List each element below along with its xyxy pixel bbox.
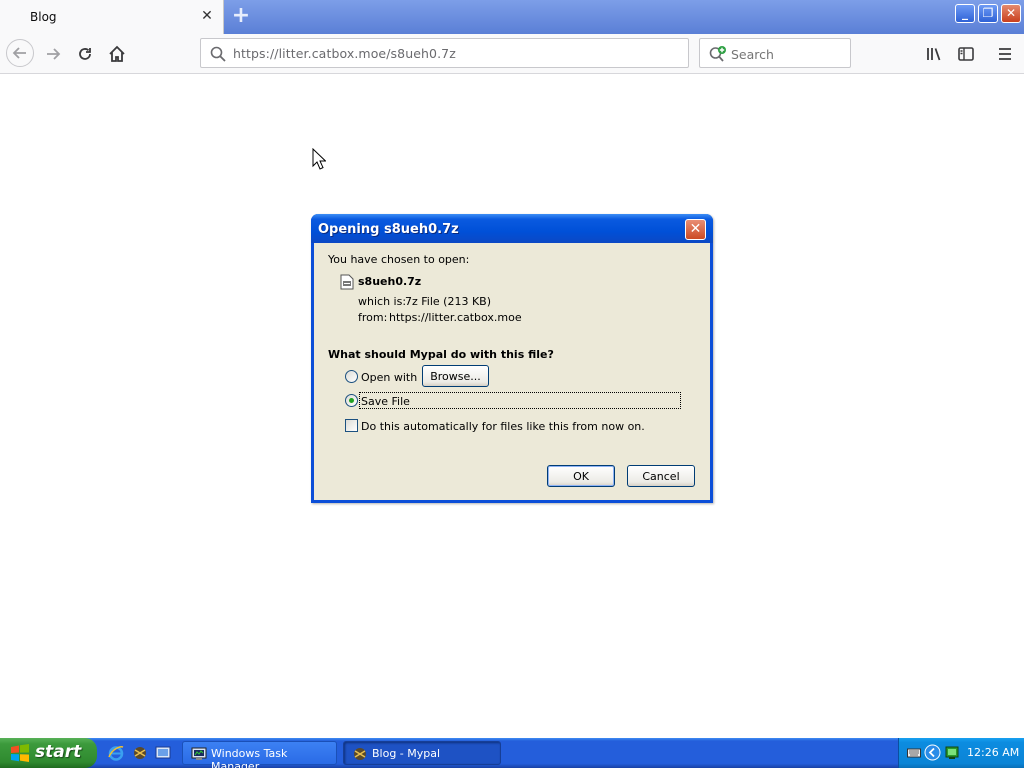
dialog-titlebar[interactable]: Opening s8ueh0.7z ✕ <box>311 214 713 243</box>
ok-button[interactable]: OK <box>547 465 615 487</box>
dialog-title: Opening s8ueh0.7z <box>318 222 459 237</box>
save-file-radio[interactable] <box>345 394 358 407</box>
library-icon <box>927 48 941 61</box>
sidebar-icon <box>958 47 974 61</box>
task-label: Blog - Mypal <box>372 747 441 760</box>
magnifier-icon <box>210 46 226 62</box>
archive-file-icon <box>340 274 354 290</box>
url-text[interactable]: https://litter.catbox.moe/s8ueh0.7z <box>233 46 456 61</box>
show-desktop-icon[interactable] <box>155 745 171 761</box>
file-name: s8ueh0.7z <box>358 275 422 288</box>
cancel-button[interactable]: Cancel <box>627 465 695 487</box>
back-button[interactable] <box>6 39 34 67</box>
browse-button[interactable]: Browse... <box>422 365 489 387</box>
windows-flag-icon <box>11 744 29 762</box>
tab-strip: Blog ✕ + _ ❐ ✕ <box>0 0 1024 34</box>
tab-close-icon[interactable]: ✕ <box>199 8 215 24</box>
clock: 12:26 AM <box>967 746 1020 759</box>
download-dialog: Opening s8ueh0.7z ✕ You have chosen to o… <box>311 214 713 503</box>
search-bar[interactable] <box>699 38 851 68</box>
search-input[interactable] <box>731 45 846 63</box>
start-label: start <box>35 742 82 762</box>
network-monitor-icon[interactable] <box>945 746 959 760</box>
dialog-close-button[interactable]: ✕ <box>685 219 706 240</box>
navigation-toolbar: https://litter.catbox.moe/s8ueh0.7z <box>0 34 1024 74</box>
file-type-label: which is: <box>358 295 407 308</box>
sidebar-button[interactable] <box>954 42 978 66</box>
reload-button[interactable] <box>73 42 97 66</box>
close-window-button[interactable]: ✕ <box>1001 4 1021 23</box>
hamburger-menu-icon <box>999 48 1011 60</box>
open-with-radio[interactable] <box>345 370 358 383</box>
mypal-browser-icon <box>354 748 366 760</box>
minimize-window-button[interactable]: _ <box>955 4 975 23</box>
chosen-label: You have chosen to open: <box>328 253 470 266</box>
forward-button[interactable] <box>41 42 65 66</box>
restore-window-button[interactable]: ❐ <box>978 4 998 23</box>
auto-action-label[interactable]: Do this automatically for files like thi… <box>361 420 645 433</box>
system-tray: 12:26 AM <box>898 738 1024 768</box>
keyboard-icon[interactable] <box>907 746 921 760</box>
start-button[interactable]: start <box>0 738 97 768</box>
task-manager-icon <box>191 747 207 760</box>
internet-explorer-icon[interactable] <box>108 745 124 761</box>
arrow-left-icon <box>12 47 26 59</box>
task-label: Windows Task Manager <box>211 747 288 773</box>
mouse-cursor-icon <box>312 148 326 170</box>
search-add-icon <box>709 46 726 62</box>
task-blog-mypal[interactable]: Blog - Mypal <box>343 741 501 765</box>
new-tab-icon[interactable]: + <box>231 5 251 27</box>
file-source-label: from: <box>358 311 388 324</box>
tab-title: Blog <box>30 10 57 24</box>
home-button[interactable] <box>105 42 129 66</box>
taskbar: start Windows Task Manager Blog - Mypal … <box>0 738 1024 773</box>
home-icon <box>109 45 125 62</box>
hamburger-menu-button[interactable] <box>993 42 1017 66</box>
open-with-label[interactable]: Open with <box>361 371 417 384</box>
url-bar[interactable]: https://litter.catbox.moe/s8ueh0.7z <box>200 38 689 68</box>
tab-blog[interactable]: Blog ✕ <box>0 0 224 34</box>
mypal-browser-icon[interactable] <box>132 745 148 761</box>
file-source-value: https://litter.catbox.moe <box>389 311 522 324</box>
auto-action-checkbox[interactable] <box>345 419 358 432</box>
chevron-left-icon[interactable] <box>924 744 941 761</box>
reload-icon <box>79 48 91 60</box>
arrow-right-icon <box>47 48 61 60</box>
action-question: What should Mypal do with this file? <box>328 348 554 361</box>
task-windows-task-manager[interactable]: Windows Task Manager <box>182 741 337 773</box>
library-button[interactable] <box>922 42 946 66</box>
save-file-label[interactable]: Save File <box>359 392 681 409</box>
file-type-value: 7z File (213 KB) <box>405 295 492 308</box>
